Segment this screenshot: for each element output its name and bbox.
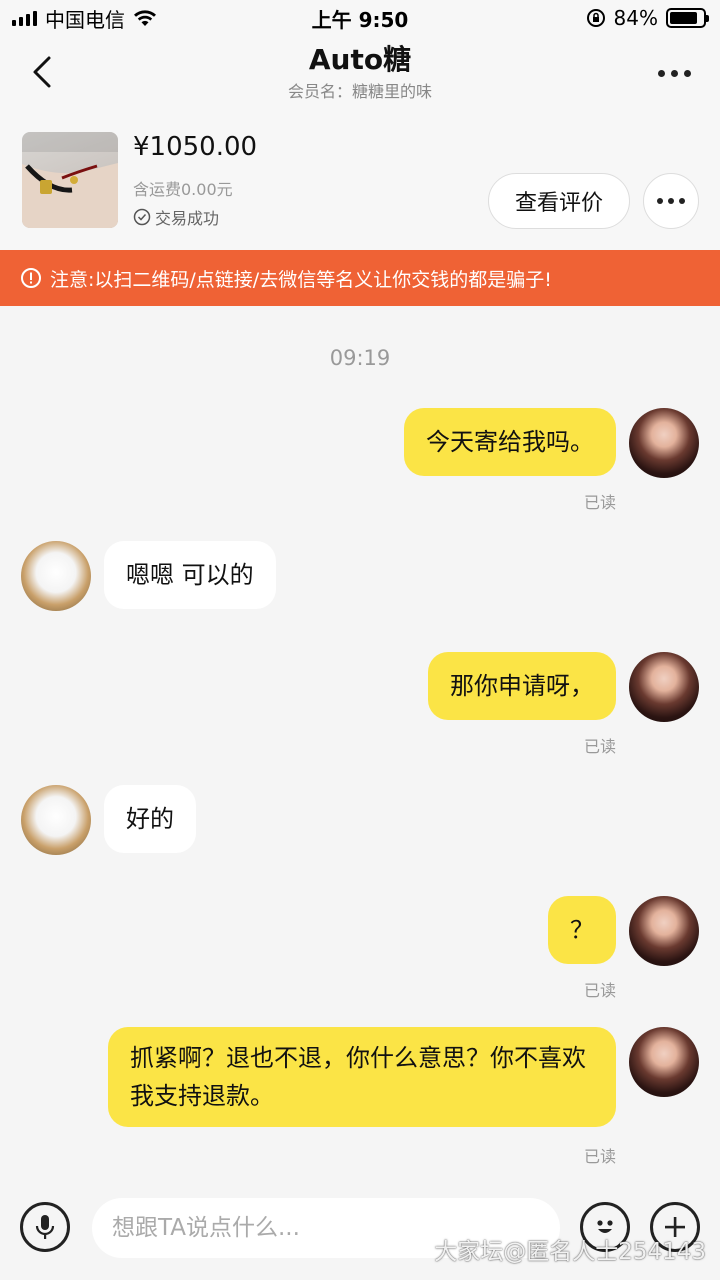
- bracelet-photo: [22, 132, 118, 228]
- shipping-fee: 含运费0.00元: [133, 180, 233, 199]
- message-bubble[interactable]: 嗯嗯 可以的: [104, 541, 276, 609]
- battery-icon: [666, 8, 709, 28]
- message-bubble[interactable]: ？: [548, 896, 616, 964]
- more-icon: [657, 198, 663, 204]
- message-bubble[interactable]: 抓紧啊？退也不退，你什么意思？你不喜欢我支持退款。: [108, 1027, 616, 1127]
- self-avatar[interactable]: [629, 652, 699, 722]
- scam-warning-banner: 注意:以扫二维码/点链接/去微信等名义让你交钱的都是骗子!: [0, 250, 720, 306]
- status-bar: 中国电信 上午 9:50 84%: [0, 0, 720, 36]
- wifi-icon: [134, 10, 156, 26]
- more-options-button[interactable]: [652, 58, 696, 88]
- orientation-lock-icon: [586, 9, 605, 27]
- view-review-button[interactable]: 查看评价: [488, 173, 630, 229]
- read-receipt: 已读: [583, 493, 616, 512]
- more-icon: [657, 69, 665, 77]
- message-bubble[interactable]: 好的: [104, 785, 196, 853]
- product-thumbnail[interactable]: [22, 132, 118, 228]
- seller-avatar[interactable]: [21, 541, 91, 611]
- seller-avatar[interactable]: [21, 785, 91, 855]
- voice-button[interactable]: [20, 1202, 70, 1252]
- chat-header: Auto糖 会员名：糖糖里的味: [0, 36, 720, 106]
- self-avatar[interactable]: [629, 408, 699, 478]
- check-circle-icon: [133, 208, 151, 226]
- deal-status: 交易成功: [133, 205, 219, 229]
- carrier-label: 中国电信: [45, 7, 125, 32]
- self-avatar[interactable]: [629, 1027, 699, 1097]
- battery-fill: [670, 12, 697, 24]
- product-price: ¥1050.00: [133, 132, 258, 162]
- read-receipt: 已读: [583, 1147, 616, 1166]
- alert-circle-icon: [21, 268, 41, 288]
- product-card[interactable]: ¥1050.00 含运费0.00元 交易成功 查看评价: [0, 106, 720, 250]
- chat-timestamp: 09:19: [329, 346, 391, 370]
- warning-text: 注意:以扫二维码/点链接/去微信等名义让你交钱的都是骗子!: [50, 268, 552, 291]
- microphone-icon: [35, 1215, 55, 1239]
- deal-status-label: 交易成功: [155, 209, 220, 228]
- signal-icon: [12, 10, 37, 26]
- status-right: 84%: [586, 6, 709, 30]
- message-bubble[interactable]: 那你申请呀，: [428, 652, 616, 720]
- page-title: Auto糖: [308, 43, 412, 76]
- read-receipt: 已读: [583, 981, 616, 1000]
- member-name: 会员名：糖糖里的味: [287, 82, 432, 101]
- self-avatar[interactable]: [629, 896, 699, 966]
- status-left: 中国电信: [12, 4, 157, 33]
- watermark: 大家坛@匿名人士254143: [434, 1239, 706, 1265]
- battery-percent: 84%: [613, 6, 658, 30]
- message-bubble[interactable]: 今天寄给我吗。: [404, 408, 616, 476]
- read-receipt: 已读: [583, 737, 616, 756]
- product-more-button[interactable]: [643, 173, 699, 229]
